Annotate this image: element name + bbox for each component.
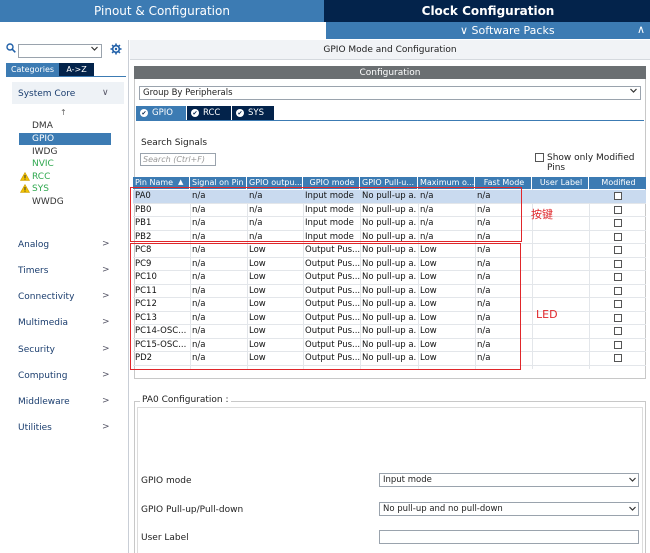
- modified-checkbox[interactable]: [614, 286, 622, 295]
- annotation-led: LED: [536, 308, 558, 321]
- category-multimedia[interactable]: Multimedia: [18, 318, 68, 328]
- modified-checkbox[interactable]: [614, 340, 622, 349]
- gpio-mode-select[interactable]: Input mode: [379, 473, 639, 487]
- category-timers[interactable]: Timers: [18, 266, 48, 276]
- tab-gpio-label: GPIO: [152, 108, 173, 118]
- modified-checkbox[interactable]: [614, 313, 622, 322]
- system-core-item-wwdg[interactable]: WWDG: [32, 197, 64, 207]
- modified-checkbox[interactable]: [614, 232, 622, 241]
- modified-checkbox[interactable]: [614, 205, 622, 214]
- annotation-keys: 按键: [531, 208, 553, 221]
- system-core-item-iwdg[interactable]: IWDG: [32, 147, 57, 157]
- chevron-right-icon[interactable]: >: [102, 344, 110, 354]
- chevron-right-icon[interactable]: >: [102, 396, 110, 406]
- show-modified-checkbox[interactable]: [535, 153, 544, 162]
- pa0-configuration-title: PA0 Configuration :: [140, 395, 231, 405]
- modified-checkbox[interactable]: [614, 327, 622, 335]
- modified-checkbox[interactable]: [614, 273, 622, 281]
- software-packs-menu[interactable]: ∨ Software Packs: [460, 24, 555, 37]
- check-icon: ✔: [191, 109, 199, 117]
- annotation-box-led: [130, 243, 521, 370]
- category-analog[interactable]: Analog: [18, 240, 49, 250]
- tab-pinout-configuration[interactable]: Pinout & Configuration: [0, 0, 324, 22]
- user-label-input[interactable]: [379, 530, 639, 544]
- chevron-down-icon[interactable]: [628, 475, 637, 487]
- tab-rcc[interactable]: ✔ RCC: [187, 106, 231, 120]
- modified-checkbox[interactable]: [614, 246, 622, 254]
- chevron-right-icon[interactable]: >: [102, 370, 110, 380]
- sort-arrow-icon[interactable]: ↑: [60, 108, 67, 117]
- modified-checkbox[interactable]: [614, 300, 622, 308]
- annotation-box-keys: [130, 187, 522, 242]
- category-computing[interactable]: Computing: [18, 371, 67, 381]
- tab-underline: [136, 120, 644, 121]
- gpio-mode-label: GPIO mode: [141, 476, 192, 486]
- check-icon: ✔: [236, 109, 244, 117]
- sort-up-icon[interactable]: ▲: [178, 178, 183, 186]
- category-security[interactable]: Security: [18, 345, 55, 355]
- column-header-user-label[interactable]: User Label: [532, 177, 589, 189]
- chevron-right-icon[interactable]: >: [102, 291, 110, 301]
- tab-gpio[interactable]: ✔ GPIO: [136, 106, 186, 120]
- chevron-right-icon[interactable]: >: [102, 239, 110, 249]
- column-header-modified[interactable]: Modified: [589, 177, 646, 189]
- search-signals-input[interactable]: Search (Ctrl+F): [140, 153, 216, 166]
- warning-icon: [19, 183, 31, 196]
- system-core-item-gpio[interactable]: GPIO: [32, 134, 54, 144]
- modified-checkbox[interactable]: [614, 219, 622, 227]
- gpio-pull-label: GPIO Pull-up/Pull-down: [141, 505, 244, 515]
- tab-a-to-z[interactable]: A->Z: [59, 63, 94, 76]
- warning-icon: [19, 171, 31, 184]
- chevron-right-icon[interactable]: >: [102, 317, 110, 327]
- modified-checkbox[interactable]: [614, 259, 622, 268]
- gpio-pull-select[interactable]: No pull-up and no pull-down: [379, 502, 639, 516]
- system-core-item-dma[interactable]: DMA: [32, 121, 53, 131]
- category-connectivity[interactable]: Connectivity: [18, 292, 74, 302]
- tab-sys[interactable]: ✔ SYS: [232, 106, 274, 120]
- panel-title: GPIO Mode and Configuration: [130, 40, 650, 60]
- tab-underline: [6, 76, 126, 77]
- check-icon: ✔: [140, 109, 148, 117]
- category-utilities[interactable]: Utilities: [18, 423, 52, 433]
- category-middleware[interactable]: Middleware: [18, 397, 70, 407]
- system-core-item-nvic[interactable]: NVIC: [32, 159, 54, 169]
- configuration-header: Configuration: [134, 66, 646, 79]
- system-core-item-rcc[interactable]: RCC: [32, 172, 50, 182]
- search-signals-label: Search Signals: [141, 138, 208, 148]
- modified-checkbox[interactable]: [614, 192, 622, 200]
- chevron-right-icon[interactable]: >: [102, 265, 110, 275]
- chevron-down-icon[interactable]: [90, 44, 99, 56]
- gear-icon[interactable]: [110, 43, 122, 58]
- tab-categories[interactable]: Categories: [6, 63, 59, 76]
- category-system-core[interactable]: System Core: [18, 89, 75, 99]
- tab-sys-label: SYS: [248, 108, 264, 118]
- tab-clock-configuration[interactable]: Clock Configuration: [326, 0, 650, 22]
- chevron-down-icon[interactable]: [628, 504, 637, 516]
- search-icon[interactable]: [6, 43, 16, 56]
- show-modified-label: Show only Modified Pins: [547, 153, 635, 173]
- user-label-label: User Label: [141, 533, 189, 543]
- chevron-down-icon[interactable]: [629, 86, 638, 98]
- chevron-right-icon[interactable]: >: [102, 422, 110, 432]
- modified-checkbox[interactable]: [614, 354, 622, 362]
- chevron-up-icon[interactable]: ∧: [637, 23, 645, 36]
- chevron-down-icon[interactable]: ∨: [102, 88, 109, 98]
- tab-rcc-label: RCC: [203, 108, 221, 118]
- system-core-item-sys[interactable]: SYS: [32, 184, 49, 194]
- group-by-select[interactable]: Group By Peripherals: [139, 86, 641, 100]
